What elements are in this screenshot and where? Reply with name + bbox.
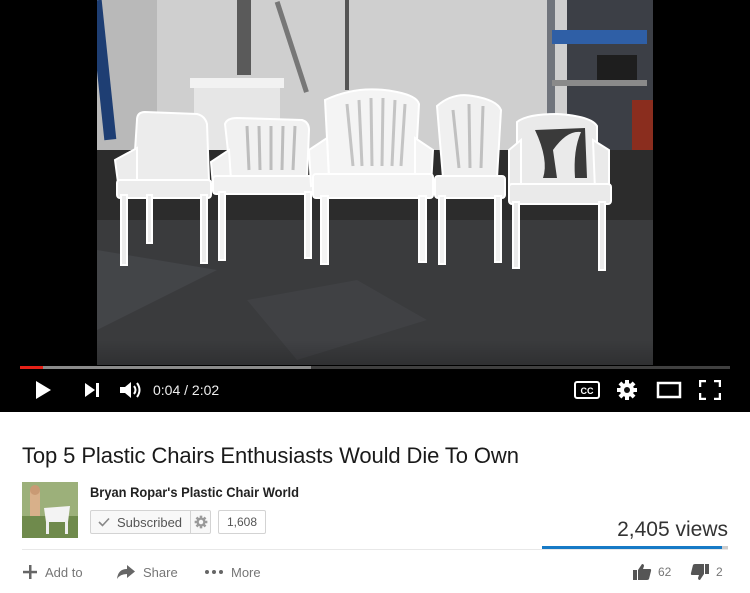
video-frame-plastic-chairs[interactable] (97, 0, 653, 365)
fullscreen-icon (699, 380, 721, 400)
divider (22, 549, 728, 550)
share-label: Share (143, 564, 178, 580)
add-to-label: Add to (45, 564, 83, 580)
settings-icon (617, 380, 637, 400)
volume-icon (120, 382, 141, 398)
subscribe-label: Subscribed (117, 514, 183, 530)
captions-label: CC (581, 386, 594, 396)
share-icon (117, 565, 135, 579)
dislike-button[interactable]: 2 (690, 560, 723, 584)
channel-name[interactable]: Bryan Ropar's Plastic Chair World (90, 484, 299, 500)
progress-played (20, 366, 44, 369)
check-icon (91, 517, 117, 527)
like-count: 62 (658, 565, 672, 579)
like-button[interactable]: 62 (632, 560, 671, 584)
more-dots-icon (205, 570, 223, 574)
view-count: 2,405 views (617, 518, 728, 541)
progress-bar[interactable] (20, 366, 730, 369)
next-button[interactable] (80, 378, 104, 402)
play-button[interactable] (30, 378, 56, 402)
more-button[interactable]: More (204, 560, 261, 584)
video-info: Top 5 Plastic Chairs Enthusiasts Would D… (0, 412, 750, 593)
current-time: 0:04 (153, 382, 181, 398)
next-icon (85, 383, 99, 397)
video-player[interactable]: 0:04 / 2:02 CC (0, 0, 750, 412)
captions-button[interactable]: CC (572, 378, 602, 402)
theater-mode-icon (656, 381, 682, 399)
thumbs-up-icon (633, 564, 652, 580)
time-display: 0:04 / 2:02 (153, 380, 219, 400)
add-to-button[interactable]: Add to (22, 560, 83, 584)
progress-loaded (20, 366, 312, 369)
time-separator: / (180, 382, 192, 398)
subscribed-button[interactable]: Subscribed (90, 510, 212, 534)
captions-icon: CC (574, 381, 600, 399)
volume-button[interactable] (118, 378, 146, 402)
theater-mode-button[interactable] (654, 378, 684, 402)
share-button[interactable]: Share (116, 560, 178, 584)
subscription-settings-icon[interactable] (190, 511, 210, 533)
plus-icon (23, 565, 37, 579)
dislike-count: 2 (716, 565, 723, 579)
video-still-image (97, 0, 653, 365)
play-icon (36, 381, 51, 399)
channel-avatar[interactable] (22, 482, 78, 538)
duration: 2:02 (191, 382, 220, 398)
thumbs-down-icon (690, 564, 709, 580)
subscriber-count: 1,608 (218, 510, 267, 534)
more-label: More (231, 564, 261, 580)
video-title: Top 5 Plastic Chairs Enthusiasts Would D… (22, 443, 519, 468)
settings-button[interactable] (614, 378, 640, 402)
channel-avatar-image (22, 482, 78, 538)
fullscreen-button[interactable] (696, 378, 724, 402)
